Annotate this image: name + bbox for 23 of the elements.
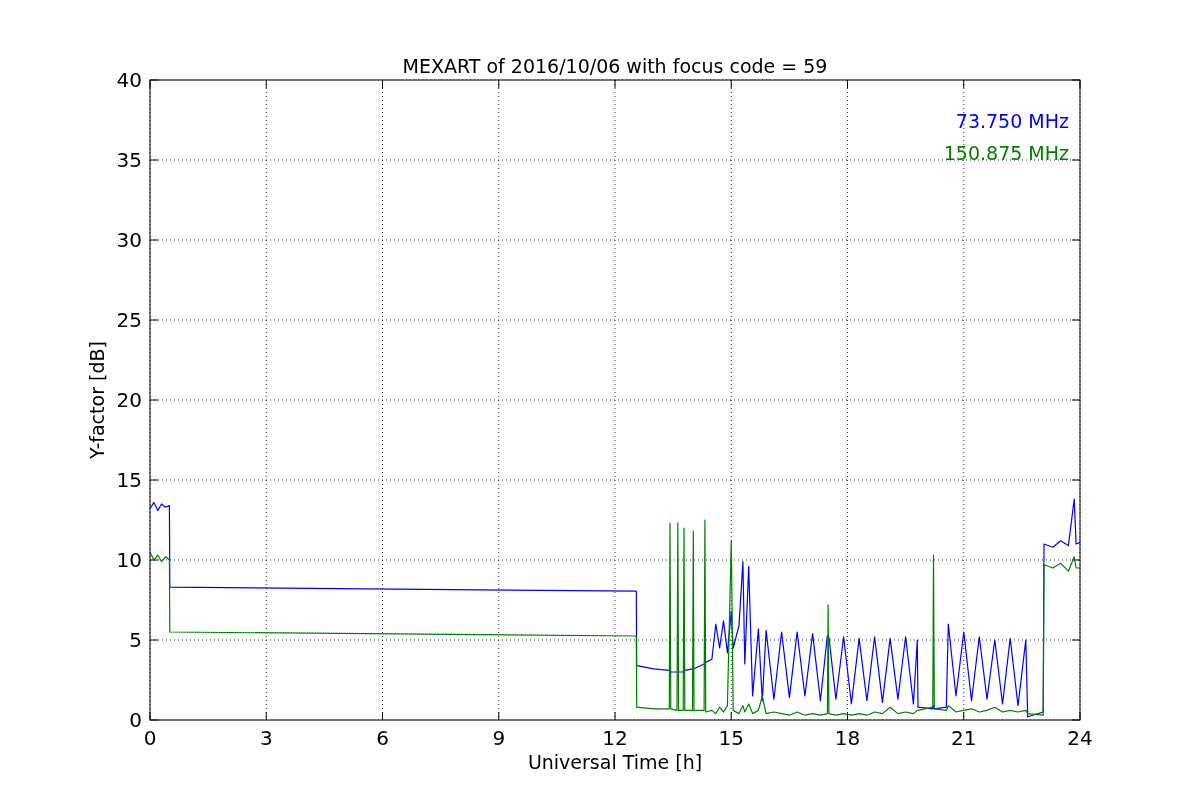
tick-label: 0: [129, 708, 142, 732]
tick-label: 9: [492, 726, 506, 750]
tick-label: 6: [376, 726, 389, 750]
tick-label: 5: [129, 628, 142, 652]
tick-label: 40: [116, 68, 142, 92]
tick-label: 24: [1067, 726, 1093, 750]
tick-label: 20: [116, 388, 142, 412]
tick-label: 0: [143, 726, 157, 750]
legend-label: 73.750 MHz: [955, 110, 1069, 132]
tick-label: 3: [259, 726, 273, 750]
legend-label: 150.875 MHz: [943, 142, 1069, 164]
tick-label: 15: [116, 468, 142, 492]
tick-label: 30: [116, 228, 142, 252]
y-axis-label: Y-factor [dB]: [86, 341, 108, 459]
tick-label: 15: [718, 726, 744, 750]
tick-label: 35: [116, 148, 142, 172]
chart-title: MEXART of 2016/10/06 with focus code = 59: [402, 55, 828, 77]
tick-label: 10: [116, 548, 142, 572]
x-axis-label: Universal Time [h]: [527, 751, 703, 773]
tick-label: 21: [951, 726, 977, 750]
tick-label: 18: [834, 726, 861, 750]
tick-label: 12: [602, 726, 628, 750]
tick-label: 25: [116, 308, 142, 332]
